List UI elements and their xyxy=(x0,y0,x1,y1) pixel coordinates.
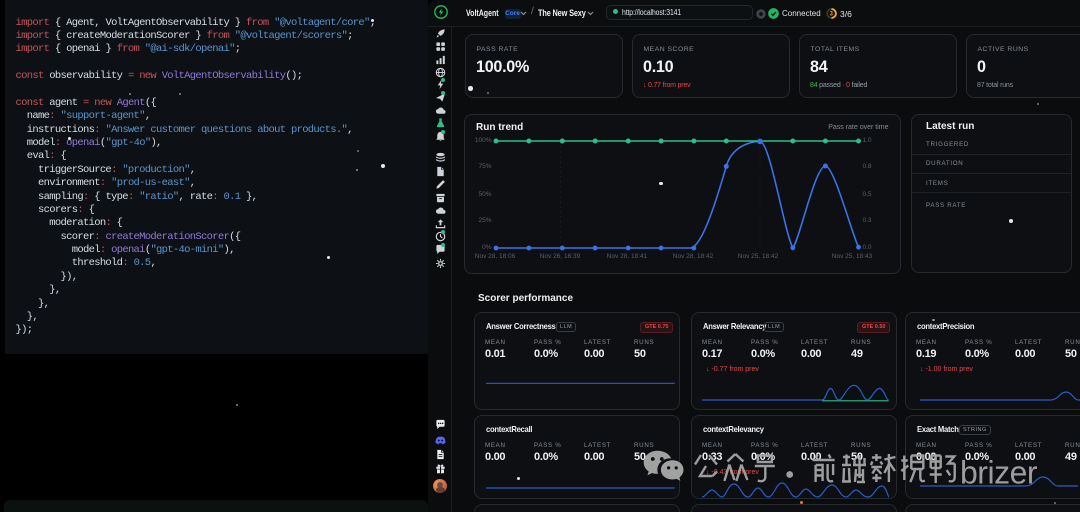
svg-text:brizer: brizer xyxy=(960,455,1038,491)
